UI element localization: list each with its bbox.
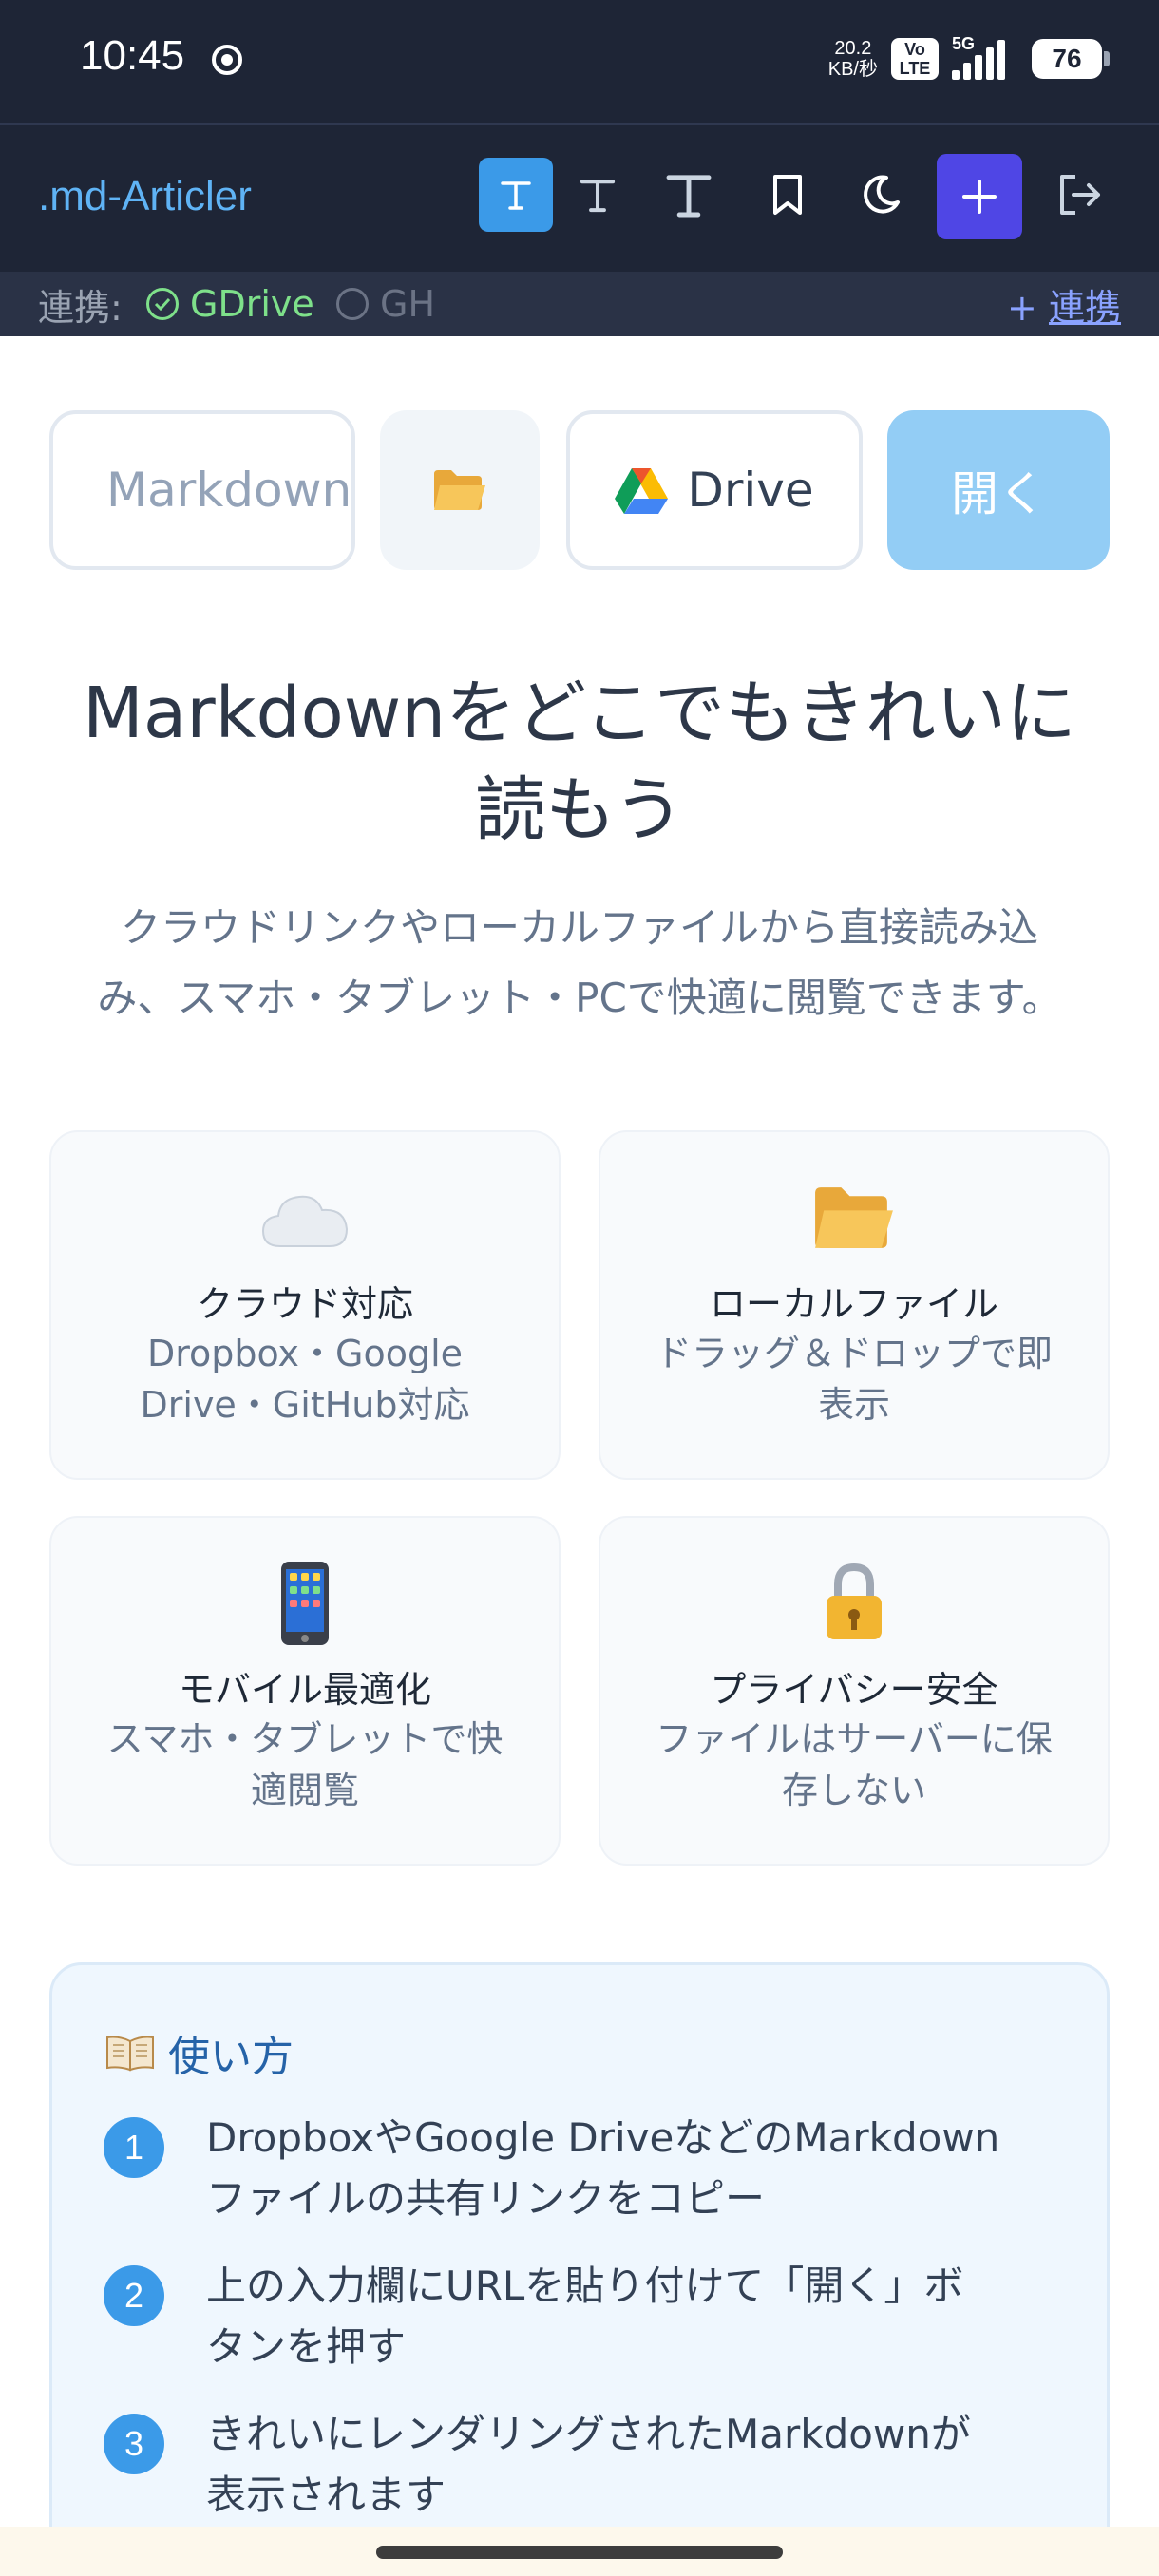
google-drive-button[interactable]: Drive	[566, 410, 863, 570]
hero-subtitle: クラウドリンクやローカルファイルから直接読み込 み、スマホ・タブレット・PCで快…	[97, 904, 1062, 1021]
logout-icon	[1060, 175, 1100, 215]
empty-circle-icon	[336, 288, 369, 320]
connection-bar: 連携: GDrive GH + 連携	[0, 272, 1159, 336]
cloud-icon	[261, 1195, 349, 1247]
feature-card-privacy: プライバシー安全 ファイルはサーバーに保 存しない	[598, 1516, 1110, 1866]
text-t-icon	[666, 175, 712, 218]
mobile-phone-icon	[281, 1562, 329, 1645]
feature-card-cloud: クラウド対応 Dropbox・Google Drive・GitHub対応	[49, 1130, 560, 1480]
status-time: 10:45	[80, 32, 185, 79]
battery-icon: 76	[1032, 39, 1110, 79]
plus-icon	[962, 180, 997, 214]
step-number: 3	[104, 2414, 164, 2474]
connection-gh[interactable]: GH	[336, 283, 435, 325]
font-size-small-button[interactable]	[479, 158, 553, 232]
bookmark-icon	[773, 175, 802, 215]
home-indicator[interactable]	[376, 2546, 783, 2559]
signal-icon: 5G	[952, 34, 1018, 80]
open-book-icon	[106, 2036, 154, 2072]
logout-button[interactable]	[1043, 158, 1117, 232]
step-number: 2	[104, 2265, 164, 2326]
add-connection-link[interactable]: + 連携	[1007, 278, 1121, 331]
status-bar: 10:45 20.2 KB/秒 Vo LTE 5G 76	[0, 0, 1159, 123]
howto-title: 使い方	[104, 2022, 294, 2083]
howto-section: 使い方 1 DropboxやGoogle DriveなどのMarkdown ファ…	[49, 1962, 1110, 2576]
font-size-medium-button[interactable]	[560, 158, 635, 232]
feature-card-mobile: モバイル最適化 スマホ・タブレットで快 適閲覧	[49, 1516, 560, 1866]
dark-mode-button[interactable]	[844, 158, 918, 232]
folder-icon	[815, 1187, 893, 1248]
markdown-url-input[interactable]	[49, 410, 355, 570]
bookmark-button[interactable]	[750, 158, 825, 232]
hero-title: Markdownをどこでもきれいに 読もう	[83, 672, 1076, 851]
text-t-icon	[501, 181, 531, 210]
new-document-button[interactable]	[937, 154, 1022, 239]
feature-card-local-file: ローカルファイル ドラッグ＆ドロップで即 表示	[598, 1130, 1110, 1480]
open-button[interactable]: 開く	[887, 410, 1110, 570]
chrome-icon	[212, 45, 242, 75]
step-number: 1	[104, 2117, 164, 2178]
app-header: .md-Articler	[0, 123, 1159, 272]
connection-gdrive[interactable]: GDrive	[146, 283, 314, 325]
app-brand[interactable]: .md-Articler	[38, 173, 252, 220]
moon-icon	[864, 175, 900, 214]
check-circle-icon	[146, 288, 179, 320]
folder-icon	[434, 470, 485, 510]
google-drive-icon	[615, 468, 669, 514]
connection-label: 連携:	[38, 286, 123, 329]
lock-icon	[826, 1563, 882, 1639]
font-size-large-button[interactable]	[652, 158, 726, 232]
text-t-icon	[580, 180, 616, 213]
network-speed: 20.2 KB/秒	[827, 38, 878, 80]
volte-badge: Vo LTE	[891, 38, 939, 80]
open-local-file-button[interactable]	[380, 410, 540, 570]
status-indicators: 20.2 KB/秒 Vo LTE 5G 76	[827, 34, 1110, 84]
